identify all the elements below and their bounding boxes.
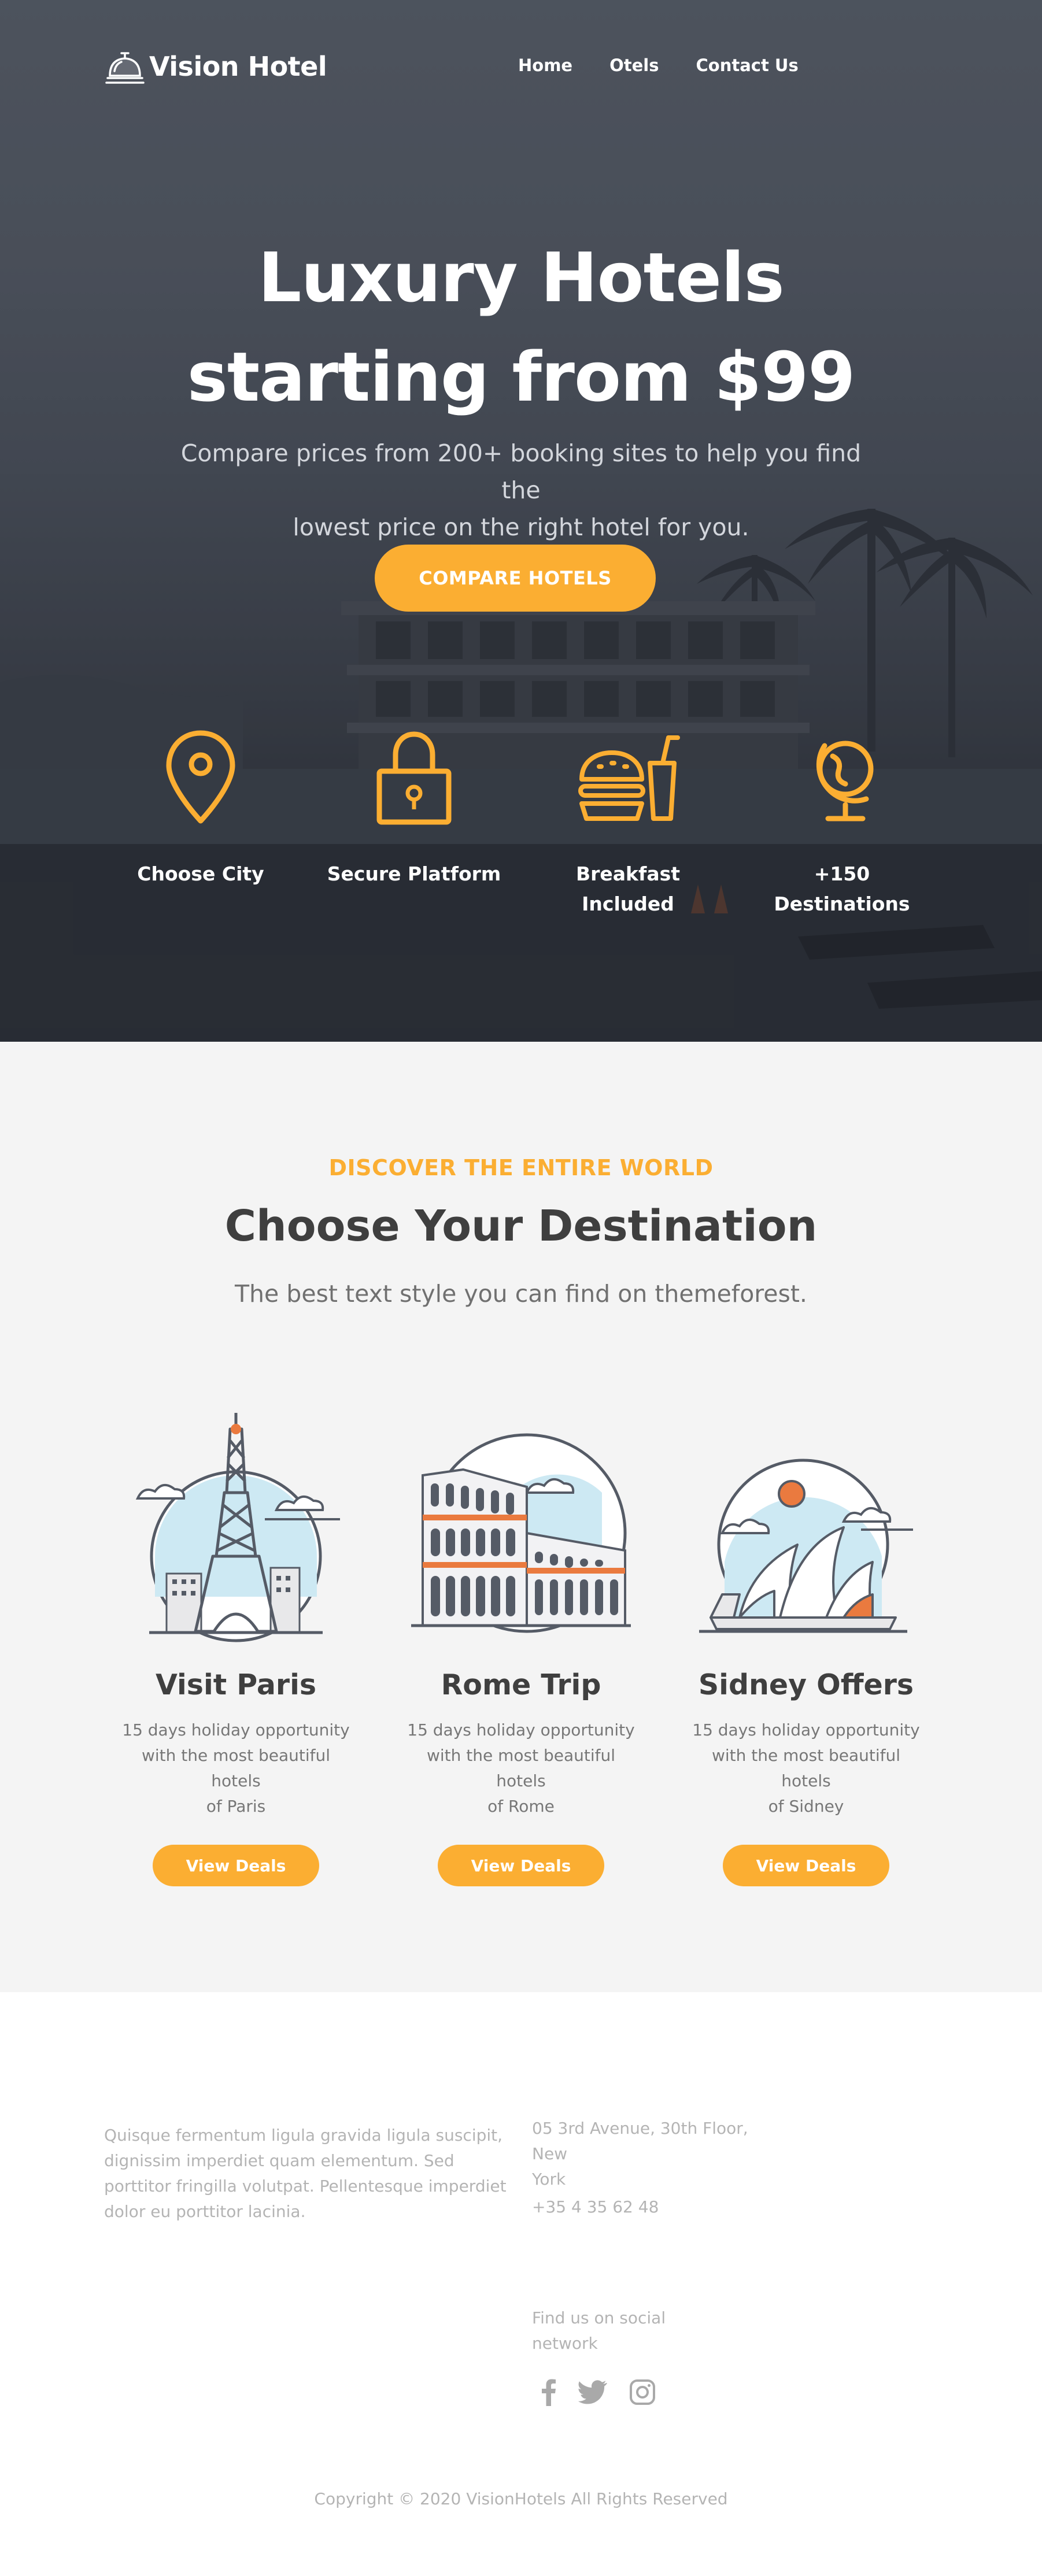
card-desc-line2: with the most beautiful hotels: [426, 1746, 616, 1790]
card-description: 15 days holiday opportunity with the mos…: [394, 1718, 648, 1819]
card-desc-line3: of Paris: [206, 1797, 266, 1816]
footer-phone: +35 4 35 62 48: [532, 2197, 659, 2216]
card-description: 15 days holiday opportunity with the mos…: [679, 1718, 933, 1819]
eiffel-tower-icon: [135, 1413, 340, 1642]
brand-logo[interactable]: Vision Hotel: [104, 45, 327, 88]
section-subtitle: The best text style you can find on them…: [235, 1280, 807, 1308]
hero-title-line2: starting from $99: [187, 337, 856, 417]
card-title: Visit Paris: [155, 1668, 317, 1701]
destination-card-paris: Visit Paris 15 days holiday opportunity …: [109, 1400, 363, 1886]
footer-address-line2: York: [532, 2170, 566, 2189]
hero-section: Vision Hotel Home Otels Contact Us Luxur…: [0, 0, 1042, 1042]
feature-label-line2: Included: [582, 893, 674, 915]
card-desc-line1: 15 days holiday opportunity: [407, 1720, 635, 1739]
section-eyebrow: DISCOVER THE ENTIRE WORLD: [328, 1155, 714, 1180]
card-desc-line3: of Sidney: [768, 1797, 844, 1816]
colosseum-icon: [411, 1433, 631, 1633]
map-pin-icon: [166, 730, 235, 824]
padlock-icon: [376, 731, 452, 825]
footer-address: 05 3rd Avenue, 30th Floor, New York: [532, 2116, 786, 2192]
site-footer: Quisque fermentum ligula gravida ligula …: [0, 1992, 1042, 2576]
feature-label: Secure Platform: [327, 863, 501, 885]
destinations-section: DISCOVER THE ENTIRE WORLD Choose Your De…: [0, 1042, 1042, 1992]
feature-label-line1: Breakfast: [575, 863, 681, 885]
section-title: Choose Your Destination: [224, 1201, 818, 1251]
hero-subtitle-line2: lowest price on the right hotel for you.: [293, 513, 749, 541]
footer-social-line1: Find us on social: [532, 2308, 666, 2327]
card-desc-line1: 15 days holiday opportunity: [122, 1720, 350, 1739]
hero-subtitle-line1: Compare prices from 200+ booking sites t…: [180, 439, 862, 504]
card-title: Rome Trip: [441, 1668, 601, 1701]
footer-about-text: Quisque fermentum ligula gravida ligula …: [104, 2126, 507, 2221]
destination-card-rome: Rome Trip 15 days holiday opportunity wi…: [394, 1400, 648, 1886]
burger-drink-icon: [578, 735, 680, 821]
nav-otels[interactable]: Otels: [609, 55, 659, 75]
facebook-icon[interactable]: [541, 2378, 556, 2406]
view-deals-button-sidney[interactable]: View Deals: [723, 1845, 889, 1886]
view-deals-button-paris[interactable]: View Deals: [153, 1845, 319, 1886]
opera-house-icon: [699, 1459, 913, 1633]
nav-contact-us[interactable]: Contact Us: [696, 55, 798, 75]
card-desc-line2: with the most beautiful hotels: [711, 1746, 901, 1790]
footer-social-heading: Find us on social network: [532, 2305, 705, 2356]
feature-label: Choose City: [137, 863, 264, 885]
social-links: [541, 2378, 656, 2406]
card-title: Sidney Offers: [698, 1668, 914, 1701]
feature-choose-city: Choose City: [102, 723, 299, 889]
hero-subtitle: Compare prices from 200+ booking sites t…: [173, 435, 869, 546]
card-desc-line3: of Rome: [487, 1797, 555, 1816]
twitter-icon[interactable]: [578, 2380, 607, 2404]
feature-label-line2: Destinations: [774, 893, 910, 915]
globe-icon: [816, 741, 874, 821]
nav-home[interactable]: Home: [518, 55, 572, 75]
feature-breakfast-included: Breakfast Included: [530, 723, 726, 919]
view-deals-button-rome[interactable]: View Deals: [438, 1845, 604, 1886]
instagram-icon[interactable]: [629, 2379, 656, 2405]
feature-destinations: +150 Destinations: [744, 723, 940, 919]
destination-card-sidney: Sidney Offers 15 days holiday opportunit…: [679, 1400, 933, 1886]
card-description: 15 days holiday opportunity with the mos…: [109, 1718, 363, 1819]
card-desc-line1: 15 days holiday opportunity: [692, 1720, 920, 1739]
hero-title-line1: Luxury Hotels: [258, 238, 784, 317]
hero-title: Luxury Hotels starting from $99: [116, 228, 926, 427]
feature-label-line1: +150: [814, 863, 870, 885]
main-nav: Home Otels Contact Us: [518, 55, 836, 75]
feature-secure-platform: Secure Platform: [316, 723, 512, 889]
footer-address-line1: 05 3rd Avenue, 30th Floor, New: [532, 2119, 748, 2163]
compare-hotels-button[interactable]: COMPARE HOTELS: [375, 545, 656, 612]
brand-name: Vision Hotel: [149, 51, 327, 82]
card-desc-line2: with the most beautiful hotels: [141, 1746, 331, 1790]
footer-social-line2: network: [532, 2334, 598, 2353]
copyright-text: Copyright © 2020 VisionHotels All Rights…: [314, 2489, 728, 2508]
hotel-bell-icon: [105, 52, 145, 84]
